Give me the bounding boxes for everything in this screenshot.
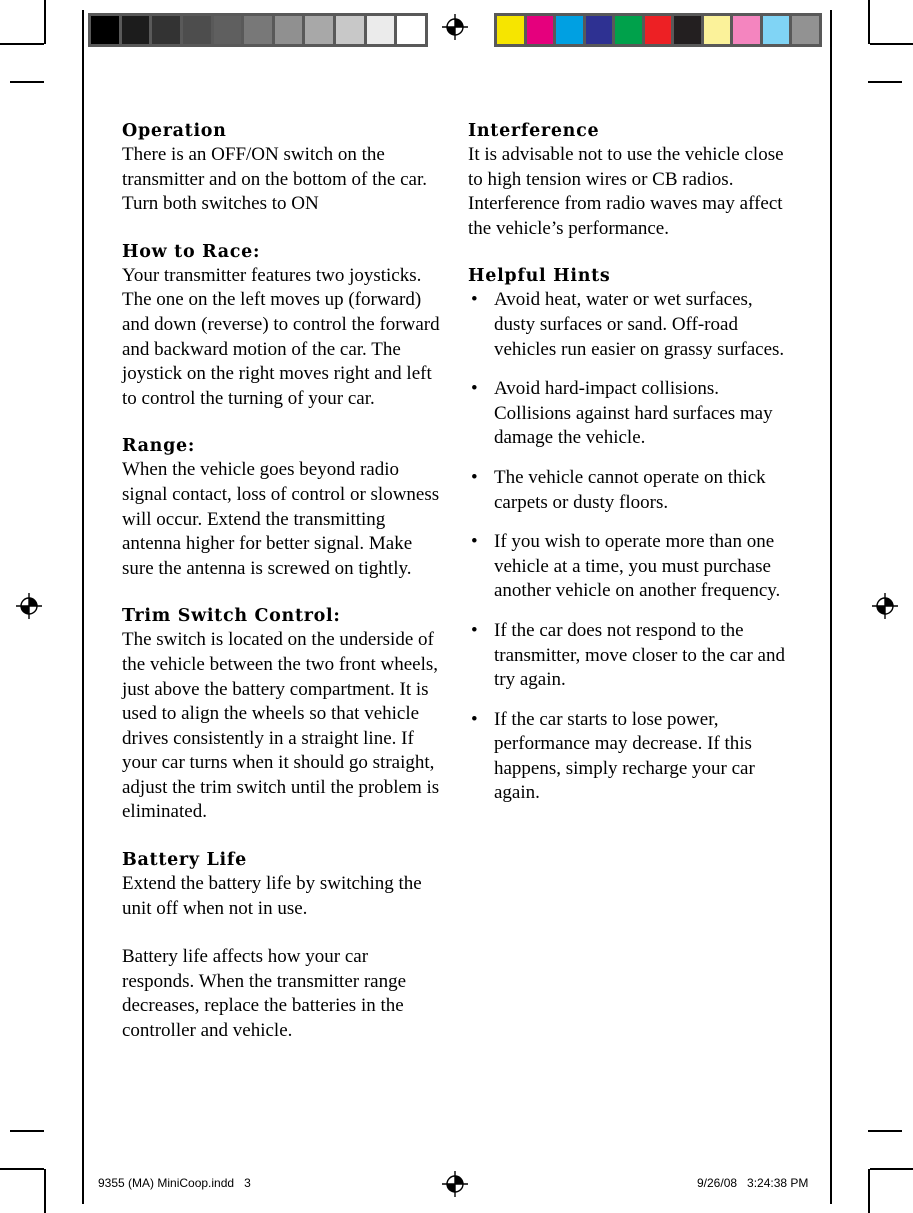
section-heading: Operation — [122, 121, 227, 141]
section-heading: Battery Life — [122, 850, 247, 871]
bullet-icon: • — [471, 378, 478, 400]
section-heading: Interference — [468, 121, 600, 141]
list-item: • If you wish to operate more than one ve… — [468, 530, 786, 604]
section-trim-switch-control: Trim Switch Control: The switch is locate… — [122, 605, 440, 825]
section-operation: Operation There is an OFF/ON switch on th… — [122, 120, 440, 217]
section-how-to-race: How to Race: Your transmitter features tw… — [122, 241, 440, 412]
list-item: • The vehicle cannot operate on thick car… — [468, 466, 786, 515]
bullet-icon: • — [471, 619, 478, 641]
list-item-text: Avoid heat, water or wet surfaces, dusty… — [494, 289, 785, 360]
section-helpful-hints: Helpful Hints • Avoid heat, water or wet … — [468, 265, 786, 806]
section-interference: Interference It is advisable not to use … — [468, 120, 786, 241]
bullet-icon: • — [471, 531, 478, 553]
section-range: Range: When the vehicle goes beyond radio… — [122, 435, 440, 581]
section-paragraph: Your transmitter features two joysticks.… — [122, 264, 440, 409]
list-item: • If the car does not respond to the tran… — [468, 619, 786, 693]
page-slug-timestamp: 9/26/08 3:24:38 PM — [697, 1176, 809, 1190]
list-item-text: If the car does not respond to the trans… — [494, 619, 785, 691]
section-heading: Trim Switch Control: — [122, 606, 341, 627]
section-paragraph: Extend the battery life by switching the… — [122, 873, 422, 919]
section-battery-life: Battery Life Extend the battery life by s… — [122, 849, 440, 1044]
list-item: • If the car starts to lose power, perfor… — [468, 708, 786, 806]
right-column: Interference It is advisable not to use … — [468, 120, 786, 806]
section-paragraph: It is advisable not to use the vehicle c… — [468, 144, 784, 239]
section-paragraph: Battery life affects how your car respon… — [122, 946, 407, 1042]
section-heading: Helpful Hints — [468, 266, 611, 287]
list-item: • Avoid heat, water or wet surfaces, dust… — [468, 288, 786, 362]
list-item-text: If the car starts to lose power, perform… — [494, 708, 755, 804]
list-item-text: Avoid hard-impact collisions. Collisions… — [494, 378, 773, 449]
section-heading: How to Race: — [122, 241, 261, 262]
left-column: Operation There is an OFF/ON switch on th… — [122, 120, 440, 1068]
list-item: • Avoid hard-impact collisions. Collision… — [468, 377, 786, 451]
list-item-text: If you wish to operate more than one veh… — [494, 531, 781, 602]
bullet-icon: • — [471, 708, 478, 730]
bullet-icon: • — [471, 289, 478, 311]
list-item-text: The vehicle cannot operate on thick carp… — [494, 466, 766, 513]
hints-list: • Avoid heat, water or wet surfaces, dust… — [468, 288, 786, 806]
section-heading: Range: — [122, 436, 196, 457]
section-paragraph: The switch is located on the underside o… — [122, 629, 440, 823]
page-slug-filename: 9355 (MA) MiniCoop.indd 3 — [98, 1176, 251, 1190]
page-content: Operation There is an OFF/ON switch on th… — [0, 0, 913, 1213]
bullet-icon: • — [471, 466, 478, 488]
section-paragraph: There is an OFF/ON switch on the transmi… — [122, 144, 427, 215]
section-paragraph: When the vehicle goes beyond radio signa… — [122, 459, 440, 579]
